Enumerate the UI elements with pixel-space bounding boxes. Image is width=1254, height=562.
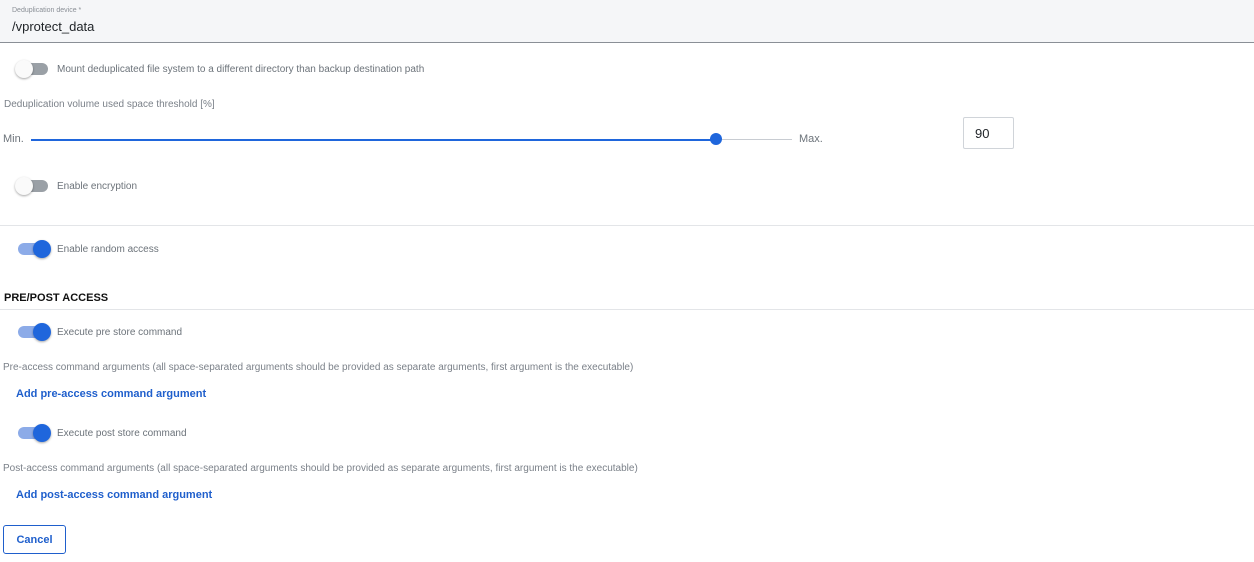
section-title-pre-post: PRE/POST ACCESS bbox=[4, 292, 109, 304]
slider-min-label: Min. bbox=[3, 133, 24, 145]
dedup-device-field[interactable]: Deduplication device * /vprotect_data bbox=[0, 0, 1254, 43]
encryption-label: Enable encryption bbox=[57, 181, 138, 192]
toggle-knob bbox=[33, 323, 51, 341]
post-store-toggle[interactable] bbox=[18, 424, 51, 442]
random-access-label: Enable random access bbox=[57, 244, 159, 255]
dedup-device-label: Deduplication device * bbox=[12, 7, 82, 14]
post-args-description: Post-access command arguments (all space… bbox=[3, 463, 638, 474]
toggle-knob bbox=[15, 177, 33, 195]
threshold-label: Deduplication volume used space threshol… bbox=[4, 99, 215, 110]
encryption-toggle[interactable] bbox=[15, 177, 48, 195]
random-access-toggle[interactable] bbox=[18, 240, 51, 258]
divider bbox=[0, 225, 1254, 226]
add-pre-access-argument-link[interactable]: Add pre-access command argument bbox=[16, 388, 206, 400]
threshold-slider[interactable] bbox=[31, 133, 792, 145]
cancel-button[interactable]: Cancel bbox=[3, 525, 66, 554]
slider-thumb[interactable] bbox=[710, 133, 722, 145]
mount-dedup-label: Mount deduplicated file system to a diff… bbox=[57, 64, 425, 75]
toggle-knob bbox=[15, 60, 33, 78]
divider bbox=[0, 309, 1254, 310]
pre-args-description: Pre-access command arguments (all space-… bbox=[3, 362, 634, 373]
slider-fill bbox=[31, 138, 716, 141]
toggle-knob bbox=[33, 240, 51, 258]
add-post-access-argument-link[interactable]: Add post-access command argument bbox=[16, 489, 212, 501]
storage-settings-form: Deduplication device * /vprotect_data Mo… bbox=[0, 0, 1254, 562]
post-store-label: Execute post store command bbox=[57, 428, 187, 439]
pre-store-label: Execute pre store command bbox=[57, 327, 183, 338]
dedup-device-value: /vprotect_data bbox=[12, 19, 95, 34]
slider-max-label: Max. bbox=[799, 133, 823, 145]
threshold-input[interactable] bbox=[963, 117, 1014, 149]
toggle-knob bbox=[33, 424, 51, 442]
pre-store-toggle[interactable] bbox=[18, 323, 51, 341]
mount-dedup-toggle[interactable] bbox=[15, 60, 48, 78]
